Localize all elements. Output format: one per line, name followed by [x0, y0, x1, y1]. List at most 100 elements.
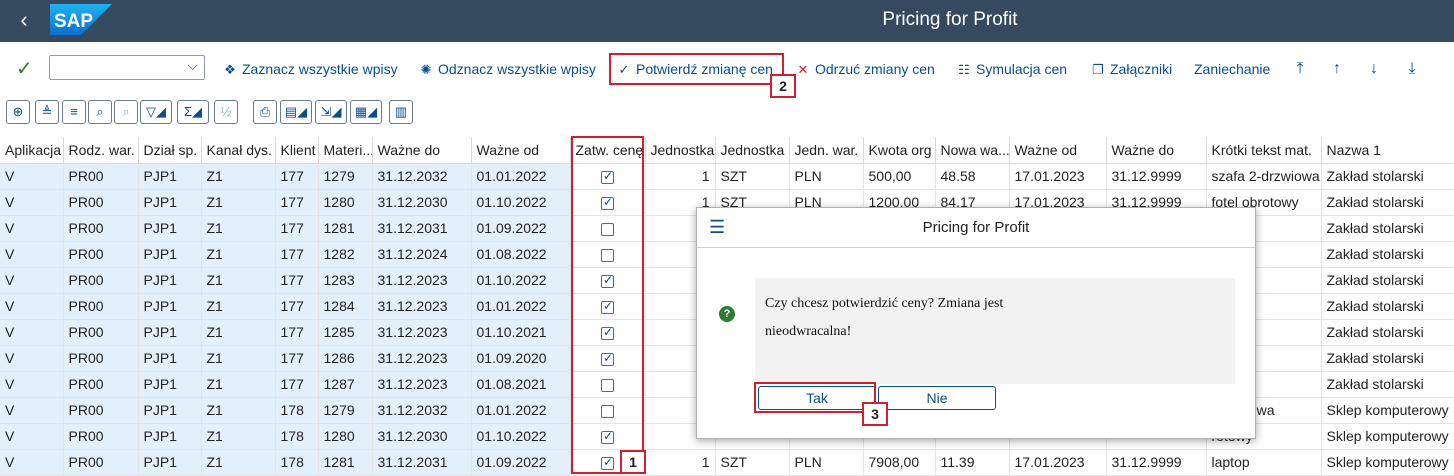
filter-icon[interactable]: ▽◢	[140, 100, 172, 124]
table-cell[interactable]: 177	[275, 371, 319, 398]
cancel-button[interactable]: Zaniechanie	[1194, 59, 1270, 79]
table-cell[interactable]: 178	[275, 449, 319, 476]
table-cell[interactable]: SZT	[715, 163, 790, 190]
attachments-button[interactable]: ❐ Załączniki	[1090, 59, 1172, 79]
table-cell[interactable]: 31.12.2023	[372, 293, 472, 320]
table-cell[interactable]: V	[0, 241, 64, 268]
table-cell[interactable]: 1281	[318, 449, 373, 476]
table-cell[interactable]: V	[0, 423, 64, 450]
table-cell[interactable]: 01.09.2020	[471, 345, 571, 372]
table-cell[interactable]: 1281	[318, 215, 373, 242]
table-cell[interactable]: PR00	[63, 163, 139, 190]
table-cell[interactable]: 01.10.2022	[471, 267, 571, 294]
column-header[interactable]: Nazwa 1	[1321, 137, 1454, 164]
table-cell[interactable]: Zakład stolarski	[1321, 345, 1454, 372]
table-cell[interactable]: PR00	[63, 345, 139, 372]
column-header[interactable]: Ważne do	[372, 137, 472, 164]
table-cell[interactable]: 01.10.2022	[471, 423, 571, 450]
table-cell[interactable]: PJP1	[138, 189, 202, 216]
table-cell[interactable]: Z1	[201, 371, 276, 398]
table-cell[interactable]: PJP1	[138, 345, 202, 372]
table-cell[interactable]: PR00	[63, 319, 139, 346]
table-cell[interactable]: V	[0, 267, 64, 294]
table-cell[interactable]: 177	[275, 215, 319, 242]
table-cell[interactable]: SZT	[715, 449, 790, 476]
find-icon[interactable]: ⌕	[88, 100, 112, 124]
column-header[interactable]: Jednostka	[715, 137, 790, 164]
subtotal-icon[interactable]: ½	[214, 100, 238, 124]
table-cell[interactable]: V	[0, 189, 64, 216]
table-cell[interactable]: PJP1	[138, 163, 202, 190]
table-cell[interactable]: 1285	[318, 319, 373, 346]
table-cell[interactable]: 1280	[318, 423, 373, 450]
table-cell[interactable]: PJP1	[138, 397, 202, 424]
table-cell[interactable]: V	[0, 319, 64, 346]
table-cell[interactable]: Sklep komputerowy	[1321, 397, 1454, 424]
table-cell[interactable]: PJP1	[138, 293, 202, 320]
column-header[interactable]: Materi...	[318, 137, 373, 164]
table-cell[interactable]: 177	[275, 189, 319, 216]
table-cell[interactable]: Zakład stolarski	[1321, 319, 1454, 346]
table-row[interactable]: VPR00PJP1Z1178128131.12.203101.09.20221S…	[0, 449, 1454, 476]
table-cell[interactable]: PR00	[63, 215, 139, 242]
table-cell[interactable]: 17.01.2023	[1009, 163, 1107, 190]
table-cell[interactable]: V	[0, 449, 64, 476]
table-cell[interactable]: PR00	[63, 449, 139, 476]
table-cell[interactable]: Z1	[201, 293, 276, 320]
details-icon[interactable]: ⊕	[6, 100, 30, 124]
last-page-icon[interactable]: ⤓	[1402, 58, 1422, 80]
table-cell[interactable]: PR00	[63, 371, 139, 398]
column-header[interactable]: Rodz. war.	[63, 137, 139, 164]
column-header[interactable]: Krótki tekst mat.	[1206, 137, 1322, 164]
table-cell[interactable]: 31.12.2023	[372, 371, 472, 398]
chevron-down-icon[interactable]: ⌵	[187, 57, 198, 74]
table-cell[interactable]: PJP1	[138, 449, 202, 476]
table-cell[interactable]: 11.39	[935, 449, 1010, 476]
table-cell[interactable]: Z1	[201, 397, 276, 424]
table-cell[interactable]: Z1	[201, 267, 276, 294]
table-cell[interactable]: PR00	[63, 267, 139, 294]
table-cell[interactable]: 31.12.9999	[1106, 449, 1207, 476]
table-cell[interactable]: PR00	[63, 423, 139, 450]
column-header[interactable]: Nowa wa...	[935, 137, 1010, 164]
table-cell[interactable]: szafa 2-drzwiowa	[1206, 163, 1322, 190]
table-cell[interactable]: Z1	[201, 423, 276, 450]
column-header[interactable]: Jedn. war.	[789, 137, 864, 164]
table-cell[interactable]: 7908,00	[863, 449, 936, 476]
table-cell[interactable]: 01.01.2022	[471, 293, 571, 320]
table-row[interactable]: VPR00PJP1Z1177127931.12.203201.01.2022 1S…	[0, 163, 1454, 190]
table-cell[interactable]: Z1	[201, 449, 276, 476]
command-field[interactable]: ⌵	[49, 55, 205, 80]
table-cell[interactable]: 48.58	[935, 163, 1010, 190]
table-cell[interactable]: 177	[275, 319, 319, 346]
table-cell[interactable]: 01.01.2022	[471, 163, 571, 190]
table-cell[interactable]: PR00	[63, 293, 139, 320]
table-cell[interactable]: 31.12.2032	[372, 397, 472, 424]
column-header[interactable]: Ważne do	[1106, 137, 1207, 164]
table-cell[interactable]: V	[0, 397, 64, 424]
first-page-icon[interactable]: ⤒	[1290, 58, 1310, 80]
table-cell[interactable]: 1280	[318, 189, 373, 216]
table-cell[interactable]: 1282	[318, 241, 373, 268]
table-cell[interactable]: 01.08.2022	[471, 241, 571, 268]
table-cell[interactable]: PJP1	[138, 423, 202, 450]
table-cell[interactable]: Zakład stolarski	[1321, 163, 1454, 190]
views-icon[interactable]: ▤◢	[280, 100, 312, 124]
table-cell[interactable]: Z1	[201, 345, 276, 372]
table-cell[interactable]: Zakład stolarski	[1321, 215, 1454, 242]
table-cell[interactable]: 1286	[318, 345, 373, 372]
print-icon[interactable]: ⎙	[253, 100, 277, 124]
back-button[interactable]: ‹	[12, 6, 36, 34]
table-cell[interactable]: Z1	[201, 215, 276, 242]
column-header[interactable]: Klient	[275, 137, 319, 164]
table-cell[interactable]: 31.12.2023	[372, 319, 472, 346]
table-cell[interactable]: 01.10.2022	[471, 189, 571, 216]
column-header[interactable]: Dział sp.	[138, 137, 202, 164]
column-header[interactable]: Ważne od	[1009, 137, 1107, 164]
table-cell[interactable]: laptop	[1206, 449, 1322, 476]
table-cell[interactable]: PR00	[63, 397, 139, 424]
table-cell[interactable]: 01.01.2022	[471, 397, 571, 424]
table-cell[interactable]: V	[0, 293, 64, 320]
column-header[interactable]: Ważne od	[471, 137, 571, 164]
table-cell[interactable]: Z1	[201, 319, 276, 346]
